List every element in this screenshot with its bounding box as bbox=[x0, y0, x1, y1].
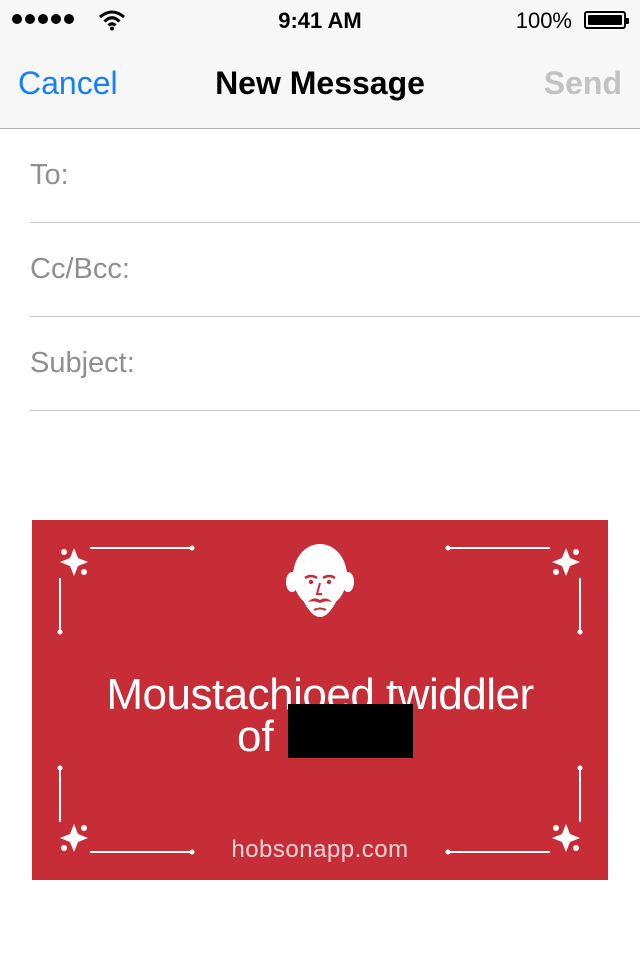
battery-icon bbox=[584, 11, 629, 29]
redaction-bar bbox=[288, 704, 413, 758]
cc-bcc-field-row: Cc/Bcc: bbox=[30, 223, 640, 317]
card-subline: of bbox=[237, 712, 274, 761]
status-bar: 9:41 AM 100% bbox=[0, 0, 640, 40]
battery-percent: 100% bbox=[515, 8, 572, 33]
to-field-row: To: bbox=[30, 129, 640, 223]
send-button[interactable]: Send bbox=[544, 65, 622, 102]
subject-label: Subject: bbox=[30, 347, 135, 379]
cancel-button[interactable]: Cancel bbox=[18, 65, 118, 102]
subject-field-row: Subject: bbox=[30, 317, 640, 411]
subject-input[interactable] bbox=[144, 332, 640, 395]
cc-bcc-input[interactable] bbox=[139, 238, 640, 301]
to-label: To: bbox=[30, 159, 69, 191]
bald-moustache-face-icon bbox=[286, 544, 354, 617]
attached-card-image[interactable]: Moustachioed twiddler of hobsonapp.com bbox=[32, 520, 608, 880]
cc-bcc-label: Cc/Bcc: bbox=[30, 253, 130, 285]
to-input[interactable] bbox=[78, 144, 640, 207]
card-url: hobsonapp.com bbox=[231, 836, 409, 863]
nav-bar: Cancel New Message Send bbox=[0, 40, 640, 129]
